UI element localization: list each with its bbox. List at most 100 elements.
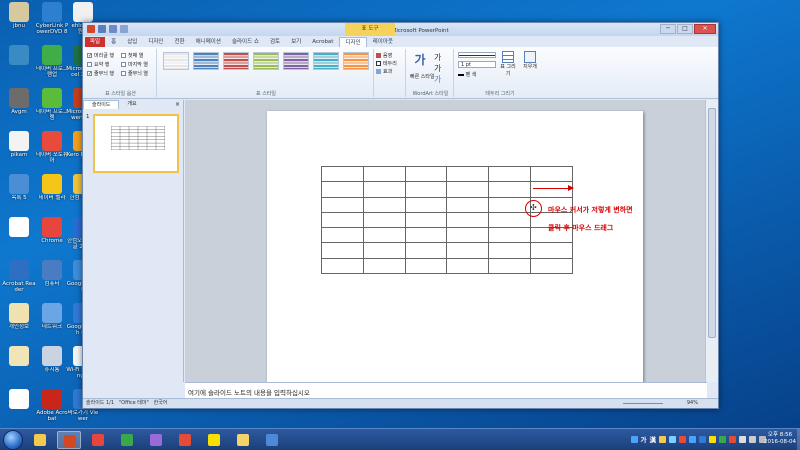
maximize-button[interactable]: □	[677, 24, 693, 34]
table-style-swatch[interactable]	[163, 52, 189, 70]
first-column-checkbox[interactable]: 첫째 열	[121, 51, 154, 59]
tray-icon[interactable]	[729, 435, 736, 443]
table-cell[interactable]	[404, 211, 448, 229]
table-cell[interactable]	[362, 165, 406, 183]
tab-review[interactable]: 검토	[265, 37, 285, 47]
desktop-icon[interactable]	[2, 389, 36, 423]
slide-thumbnail[interactable]	[93, 114, 179, 173]
quick-styles-button[interactable]: 가	[412, 51, 428, 75]
tab-insert[interactable]: 삽입	[122, 37, 142, 47]
vertical-scrollbar[interactable]	[705, 100, 718, 382]
tray-icon[interactable]	[689, 435, 696, 443]
desktop-icon[interactable]: Chrome	[35, 217, 69, 251]
table-cell[interactable]	[446, 165, 490, 183]
table-cell[interactable]	[530, 181, 573, 198]
table-cell[interactable]	[530, 165, 573, 183]
desktop-icon[interactable]	[2, 217, 36, 251]
tab-animations[interactable]: 애니메이션	[191, 37, 226, 47]
table-cell[interactable]	[488, 211, 532, 229]
desktop-icon[interactable]: Acrobat Reader	[2, 260, 36, 294]
table-cell[interactable]	[488, 227, 532, 244]
table-cell[interactable]	[404, 181, 448, 198]
desktop-icon[interactable]: 휴지통	[35, 346, 69, 380]
pen-weight-select[interactable]: 1 pt	[458, 61, 496, 68]
tray-icon[interactable]	[630, 435, 638, 443]
taskbar-powerpoint-button[interactable]	[57, 431, 81, 449]
text-effects-icon[interactable]: 가	[434, 74, 441, 85]
pane-close-icon[interactable]: ×	[175, 101, 180, 108]
desktop-icon[interactable]: 네이버 프로그램업	[35, 45, 69, 79]
draw-table-button[interactable]: 표 그리기	[500, 51, 516, 81]
last-column-checkbox[interactable]: 마지막 열	[121, 60, 154, 68]
network-icon[interactable]	[749, 435, 756, 443]
header-row-checkbox[interactable]: ✓ 머리글 행	[87, 51, 120, 59]
table-cell[interactable]	[321, 165, 364, 183]
table-cell[interactable]	[362, 227, 406, 244]
taskbar-chrome-button[interactable]	[86, 431, 110, 449]
tab-design[interactable]: 디자인	[143, 37, 168, 47]
table-cell[interactable]	[446, 227, 490, 244]
tab-acrobat[interactable]: Acrobat	[307, 37, 338, 47]
table-cell[interactable]	[321, 211, 364, 229]
ime-indicator[interactable]: 가	[641, 434, 647, 444]
desktop-icon[interactable]	[2, 346, 36, 380]
table-cell[interactable]	[404, 257, 448, 275]
tab-table-layout[interactable]: 레이아웃	[368, 37, 398, 47]
table-cell[interactable]	[404, 242, 448, 259]
table-cell[interactable]	[362, 242, 406, 259]
table-style-swatch[interactable]	[343, 52, 369, 70]
desktop-icon[interactable]: 네트워크	[35, 303, 69, 337]
desktop-icon[interactable]: 목록 5	[2, 174, 36, 208]
desktop-icon[interactable]: 네이버 프로그램	[35, 88, 69, 122]
desktop-icon[interactable]: 컴퓨터	[35, 260, 69, 294]
text-outline-icon[interactable]: 가	[434, 63, 441, 74]
table-cell[interactable]	[446, 257, 490, 275]
desktop-icon[interactable]: 네이버 벨라	[35, 174, 69, 208]
eraser-button[interactable]: 지우개	[520, 51, 540, 81]
notes-pane[interactable]: 여기에 슬라이드 노트의 내용을 입력하십시오	[185, 382, 707, 399]
table-cell[interactable]	[488, 181, 532, 198]
table-cell[interactable]	[321, 196, 364, 213]
table-cell[interactable]	[488, 242, 532, 259]
hanja-indicator[interactable]: 漢	[650, 434, 657, 444]
tray-icon[interactable]	[659, 435, 666, 443]
table-cell[interactable]	[362, 257, 406, 275]
table-style-swatch[interactable]	[253, 52, 279, 70]
banded-columns-checkbox[interactable]: 줄무늬 열	[121, 69, 154, 77]
taskbar-app4-button[interactable]	[115, 431, 139, 449]
table-style-swatch[interactable]	[193, 52, 219, 70]
table-cell[interactable]	[446, 242, 490, 259]
tray-icon[interactable]	[699, 435, 706, 443]
slide-canvas[interactable]: ✣ 마우스 커서가 저렇게 변하면 클릭 후 마우스 드래그	[267, 111, 643, 382]
table-style-swatch[interactable]	[313, 52, 339, 70]
total-row-checkbox[interactable]: 요약 행	[87, 60, 120, 68]
table-cell[interactable]	[404, 165, 448, 183]
shading-button[interactable]: 음영	[376, 51, 405, 59]
start-button[interactable]	[3, 430, 23, 450]
desktop-icon[interactable]: 네이버 포토뷰어	[35, 131, 69, 165]
taskbar-app8-button[interactable]	[231, 431, 255, 449]
minimize-button[interactable]: ─	[660, 24, 676, 34]
tab-home[interactable]: 홈	[106, 37, 121, 47]
table-cell[interactable]	[446, 181, 490, 198]
close-button[interactable]: ✕	[694, 24, 716, 34]
desktop-icon[interactable]: pikam	[2, 131, 36, 165]
tray-icon[interactable]	[679, 435, 686, 443]
desktop-icon[interactable]: Adobe Acrobat	[35, 389, 69, 423]
zoom-slider[interactable]	[623, 403, 663, 404]
desktop-icon[interactable]	[2, 45, 36, 79]
table-cell[interactable]	[362, 211, 406, 229]
border-button[interactable]: 테두리	[376, 59, 405, 67]
taskbar-kakaotalk-button[interactable]	[202, 431, 226, 449]
tray-icon[interactable]	[709, 435, 716, 443]
taskbar-explorer-button[interactable]	[28, 431, 52, 449]
table-cell[interactable]	[362, 196, 406, 213]
pen-style-select[interactable]	[458, 52, 496, 58]
table-cell[interactable]	[321, 242, 364, 259]
tab-file[interactable]: 파일	[85, 37, 106, 47]
text-fill-icon[interactable]: 가	[434, 52, 441, 63]
table-cell[interactable]	[446, 211, 490, 229]
tab-slides[interactable]: 슬라이드	[83, 100, 120, 109]
clock[interactable]: 오후 8:56 2016-08-04	[764, 432, 796, 446]
desktop-icon[interactable]: Avgm	[2, 88, 36, 122]
